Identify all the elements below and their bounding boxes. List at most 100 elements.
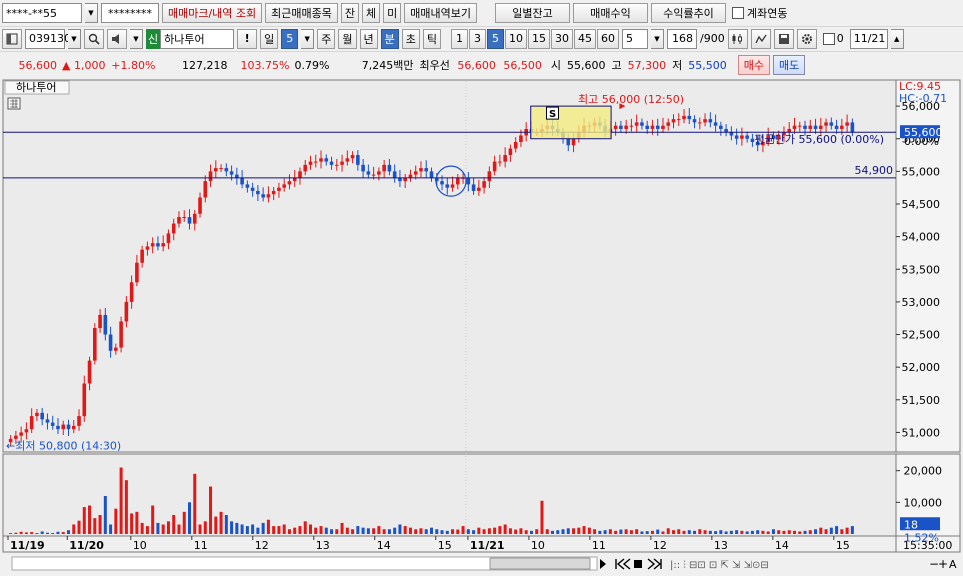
candle-body [571, 138, 576, 146]
period-tick-button[interactable]: 틱 [422, 28, 441, 49]
volume-bar [614, 530, 618, 534]
interval-button[interactable]: 30 [551, 28, 573, 49]
recent-items-button[interactable]: 최근매매종목 [265, 3, 338, 23]
chart-settings-toolbar: 039130 ▼ ▼ 신 하나투어 ! 일 5 ▼ 주 월 년 분 초 틱 1 3 … [0, 26, 963, 50]
volume-bar [719, 530, 723, 534]
date-toggle[interactable]: 0 [820, 29, 847, 49]
volume-bar [666, 528, 670, 534]
period-year-button[interactable]: 년 [359, 28, 378, 49]
current-price-tag-label: 55,600 [904, 126, 943, 139]
custom-interval-chevron-down-icon[interactable]: ▼ [651, 28, 664, 49]
date-input[interactable]: 11/21 [849, 28, 888, 49]
balance-button[interactable]: 잔 [340, 3, 360, 23]
alert-button[interactable]: ! [237, 28, 258, 49]
period-day-chevron-down-icon[interactable]: ▼ [301, 28, 315, 49]
layout-icon[interactable] [2, 28, 22, 49]
stop-icon[interactable] [634, 560, 642, 568]
account-dropdown-chevron-down-icon[interactable]: ▼ [85, 3, 98, 23]
scrollbar-thumb[interactable] [489, 557, 591, 570]
buy-button[interactable]: 매수 [737, 55, 770, 75]
period-month-button[interactable]: 월 [338, 28, 357, 49]
account-link-checkbox[interactable] [732, 7, 745, 19]
stock-chart-svg[interactable]: 56,00055,50055,00054,50054,00053,50053,0… [0, 78, 963, 573]
candle-body [271, 190, 276, 195]
candle-body [650, 125, 655, 129]
trade-range-box[interactable] [530, 105, 612, 140]
candle-body [361, 164, 365, 172]
volume-bar [503, 524, 507, 534]
date-checkbox[interactable] [822, 32, 835, 45]
unfilled-button[interactable]: 미 [383, 3, 402, 23]
volume-bar [361, 527, 365, 534]
interval-button[interactable]: 5 [487, 28, 504, 49]
volume-bar [793, 530, 796, 534]
volume-bar [661, 531, 665, 534]
period-minute-button[interactable]: 분 [380, 28, 399, 49]
stock-name-field[interactable]: 하나투어 [160, 28, 235, 49]
volume-bar [708, 530, 712, 534]
volume-bar [235, 522, 239, 534]
interval-button[interactable]: 3 [469, 28, 486, 49]
time-tick-label: 11/20 [69, 539, 104, 552]
period-week-button[interactable]: 주 [317, 28, 336, 49]
password-field[interactable]: ******** [101, 3, 159, 23]
candle-body [819, 125, 823, 129]
draw-tool-icon[interactable] [750, 28, 771, 49]
volume-bar [551, 530, 554, 534]
interval-button[interactable]: 10 [505, 28, 527, 49]
volume-bar [756, 530, 760, 534]
candle-body [671, 119, 676, 123]
candle-body [692, 119, 697, 123]
save-icon[interactable] [773, 28, 794, 49]
interval-button[interactable]: 60 [597, 28, 619, 49]
candle-body [324, 158, 329, 162]
speaker-chevron-down-icon[interactable]: ▼ [130, 28, 143, 49]
candle-body [634, 122, 639, 126]
volume-bar [508, 528, 512, 534]
volume-bar [161, 524, 165, 534]
candle-body [676, 119, 681, 121]
candle-body [655, 125, 660, 129]
volume-bar [398, 524, 402, 534]
stock-code-input[interactable]: 039130 [25, 28, 71, 49]
period-day-button[interactable]: 일 [260, 28, 279, 49]
candle-body [440, 181, 444, 185]
volume-bar [40, 531, 44, 534]
volume-bar [672, 530, 675, 534]
execution-button[interactable]: 체 [362, 3, 381, 23]
period-second-button[interactable]: 초 [401, 28, 420, 49]
trade-history-button[interactable]: 매매내역보기 [404, 3, 478, 23]
indicator-icon[interactable] [727, 28, 748, 49]
interval-button[interactable]: 45 [574, 28, 596, 49]
trade-profit-button[interactable]: 매매수익 [573, 3, 649, 23]
interval-button[interactable]: 15 [528, 28, 550, 49]
sell-button[interactable]: 매도 [772, 55, 806, 75]
price-change: 1,000 [73, 58, 106, 72]
custom-interval-input[interactable]: 5 [622, 28, 648, 49]
daily-balance-button[interactable]: 일별잔고 [495, 3, 571, 23]
period-day-value[interactable]: 5 [281, 28, 299, 49]
zoom-in-icon[interactable]: + [938, 557, 948, 571]
zoom-controls-icon[interactable]: |:: ⫶ ⊟⊡ ⊡ ⇱ ⇲ ⇲⊙⊟ [670, 560, 769, 571]
account-link-toggle[interactable]: 계좌연동 [729, 3, 790, 23]
candle-body [282, 184, 286, 188]
limit-lower-label: HC:-0.71 [899, 92, 947, 105]
auto-scale-icon[interactable]: A [949, 558, 957, 571]
candle-body [703, 119, 707, 123]
search-icon[interactable] [84, 28, 104, 49]
volume-bar [430, 527, 433, 534]
trade-mark-button[interactable]: 매매마크/내역 조회 [162, 3, 263, 23]
candle-body [803, 125, 807, 129]
account-number-field[interactable]: ****-**55 [2, 3, 82, 23]
data-count-input[interactable]: 168 [667, 28, 697, 49]
gear-icon[interactable] [796, 28, 817, 49]
date-spin-icon[interactable]: ▲ [890, 28, 904, 49]
volume-bar [629, 530, 633, 534]
candle-body [661, 125, 665, 129]
return-trend-button[interactable]: 수익률추이 [651, 3, 727, 23]
volume-bar [745, 531, 749, 534]
speaker-icon[interactable] [107, 28, 127, 49]
interval-button[interactable]: 1 [451, 28, 468, 49]
candle-body [266, 194, 271, 198]
stock-code-chevron-down-icon[interactable]: ▼ [68, 28, 81, 49]
